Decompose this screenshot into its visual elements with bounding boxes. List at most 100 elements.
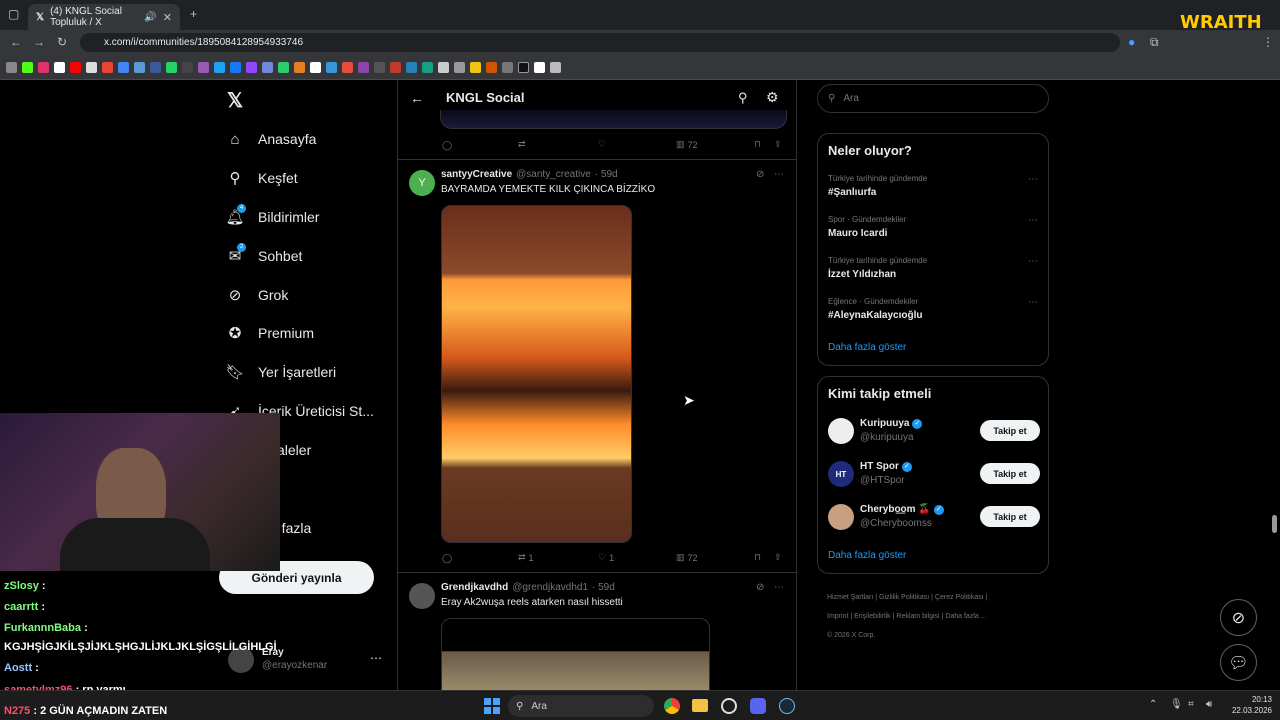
steam-taskbar-icon[interactable] [779, 698, 795, 714]
bookmark-icon-15[interactable] [406, 61, 417, 73]
post-author-name[interactable]: santyyCreative [441, 169, 512, 180]
bookmark-icon-2[interactable] [150, 61, 161, 73]
bookmark-icon-6[interactable] [262, 61, 273, 73]
bookmark-whatsapp-icon[interactable] [166, 61, 177, 73]
footer-link[interactable]: Erişilebilirlik [854, 613, 891, 620]
post-time[interactable]: · 59d [595, 169, 618, 180]
search-icon[interactable]: ⚲ [738, 90, 748, 106]
bookmark-icon-20[interactable] [486, 61, 497, 73]
bookmark-icon-22[interactable] [518, 61, 529, 73]
bookmark-instagram-icon[interactable] [38, 61, 49, 73]
trend-more-icon[interactable]: ⋯ [1028, 215, 1038, 226]
post-time[interactable]: · 59d [592, 582, 615, 593]
app-taskbar-icon[interactable] [721, 698, 737, 714]
footer-link[interactable]: Hizmet Şartları [827, 594, 873, 601]
bookmark-icon-8[interactable] [294, 61, 305, 73]
nav-item-premium[interactable]: ✪ Premium [226, 321, 314, 345]
volume-icon[interactable]: 🔊︎ [1206, 699, 1212, 710]
post-avatar[interactable]: Y [409, 170, 435, 196]
nav-item-home[interactable]: ⌂ Anasayfa [226, 127, 316, 151]
account-more-icon[interactable]: ⋯ [370, 651, 382, 665]
bookmark-twitch-icon[interactable] [246, 61, 257, 73]
follow-avatar[interactable]: HT [828, 461, 854, 487]
nav-item-notifications[interactable]: 🔔︎ 4 Bildirimler [225, 204, 319, 229]
back-arrow-icon[interactable]: ← [410, 90, 424, 106]
bookmark-icon[interactable]: ⊓ [754, 139, 761, 150]
bookmark-drive-icon[interactable] [118, 61, 129, 73]
trend-more-icon[interactable]: ⋯ [1028, 256, 1038, 267]
post-author-handle[interactable]: @grendjkavdhd1 [512, 582, 588, 593]
footer-link[interactable]: Imprint [827, 613, 848, 620]
share-icon[interactable]: ⇪ [774, 139, 782, 150]
bookmark-icon-9[interactable] [310, 61, 321, 73]
reply-icon[interactable]: ◯ [442, 140, 452, 151]
bookmark-icon-7[interactable] [278, 61, 289, 73]
follow-avatar[interactable] [828, 418, 854, 444]
bookmark-icon-17[interactable] [438, 61, 449, 73]
follow-name[interactable]: Cherybo͟om 🍒 [860, 504, 931, 515]
post-author-name[interactable]: Grendjkavdhd [441, 582, 508, 593]
trends-show-more-link[interactable]: Daha fazla göster [828, 342, 906, 353]
settings-gear-icon[interactable]: ⚙ [766, 89, 779, 106]
reload-icon[interactable]: ↻ [57, 35, 67, 49]
file-explorer-icon[interactable] [692, 699, 708, 712]
bookmark-gmail-icon[interactable] [102, 61, 113, 73]
extension-icon[interactable]: ● [1128, 35, 1135, 49]
footer-link[interactable]: Gizlilik Politikası [879, 594, 929, 601]
nav-item-grok[interactable]: ⊘ Grok [226, 283, 289, 307]
bookmark-icon-10[interactable] [326, 61, 337, 73]
trend-name[interactable]: Mauro Icardi [828, 228, 887, 239]
follow-show-more-link[interactable]: Daha fazla göster [828, 550, 906, 561]
like-stat[interactable]: ♡ 1 [598, 552, 614, 563]
bookmark-icon-23[interactable] [534, 61, 545, 73]
bookmark-icon-4[interactable] [198, 61, 209, 73]
share-icon[interactable]: ⇪ [774, 552, 782, 563]
grok-float-icon[interactable]: ⊘ [1220, 599, 1257, 636]
back-icon[interactable]: ← [10, 35, 22, 49]
previous-post-media[interactable] [440, 110, 787, 129]
post-author-handle[interactable]: @santy_creative [516, 169, 591, 180]
retweet-stat[interactable]: ⇄ 1 [518, 552, 534, 563]
discord-taskbar-icon[interactable] [750, 698, 766, 714]
bookmark-google-icon[interactable] [86, 61, 97, 73]
new-tab-icon[interactable]: + [190, 7, 197, 21]
trend-more-icon[interactable]: ⋯ [1028, 174, 1038, 185]
forward-icon[interactable]: → [33, 35, 45, 49]
bookmark-icon-14[interactable] [390, 61, 401, 73]
bookmark-icon-13[interactable] [374, 61, 385, 73]
reply-icon[interactable]: ◯ [442, 553, 452, 564]
browser-tab[interactable]: 𝕏 (4) KNGL Social Topluluk / X 🔊 ✕ [28, 4, 180, 30]
follow-button[interactable]: Takip et [980, 420, 1040, 441]
x-logo-icon[interactable]: 𝕏 [227, 88, 243, 113]
post-more-icon[interactable]: ⋯ [774, 582, 784, 593]
network-icon[interactable]: ⌗ [1188, 699, 1194, 710]
taskbar-search-input[interactable]: ⚲ Ara [508, 695, 654, 717]
grok-post-icon[interactable]: ⊘ [756, 169, 764, 180]
post-more-icon[interactable]: ⋯ [774, 169, 784, 180]
search-input[interactable]: ⚲ Ara [817, 84, 1049, 113]
like-icon[interactable]: ♡ [598, 139, 606, 150]
post-video-thumbnail[interactable] [441, 205, 632, 543]
views-stat[interactable]: ▥ 72 [676, 552, 698, 563]
bookmark-icon-19[interactable] [470, 61, 481, 73]
nav-item-messages[interactable]: ✉ 2 Sohbet [226, 243, 302, 268]
nav-item-bookmarks[interactable]: 🔖︎ Yer İşaretleri [225, 360, 336, 384]
tab-close-icon[interactable]: ✕ [163, 11, 172, 24]
bookmark-x-icon[interactable] [54, 61, 65, 73]
follow-button[interactable]: Takip et [980, 506, 1040, 527]
grok-post-icon[interactable]: ⊘ [756, 582, 764, 593]
bookmark-icon-3[interactable] [182, 61, 193, 73]
windows-start-icon[interactable] [484, 698, 500, 714]
tab-menu-icon[interactable]: ▢ [8, 7, 19, 21]
page-scrollbar[interactable] [1272, 515, 1277, 533]
follow-name[interactable]: HT Spor [860, 461, 899, 472]
chat-float-icon[interactable]: 💬︎ [1220, 644, 1257, 681]
footer-link[interactable]: Çerez Politikası [935, 594, 984, 601]
chrome-menu-icon[interactable]: ⋮ [1262, 35, 1274, 49]
taskbar-clock[interactable]: 20:13 22.03.2026 [1228, 694, 1272, 716]
bookmark-icon[interactable]: ⊓ [754, 552, 761, 563]
chrome-taskbar-icon[interactable] [664, 698, 680, 714]
apps-icon[interactable] [6, 61, 17, 73]
bookmark-icon-18[interactable] [454, 61, 465, 73]
bookmark-kick-icon[interactable] [22, 61, 33, 73]
